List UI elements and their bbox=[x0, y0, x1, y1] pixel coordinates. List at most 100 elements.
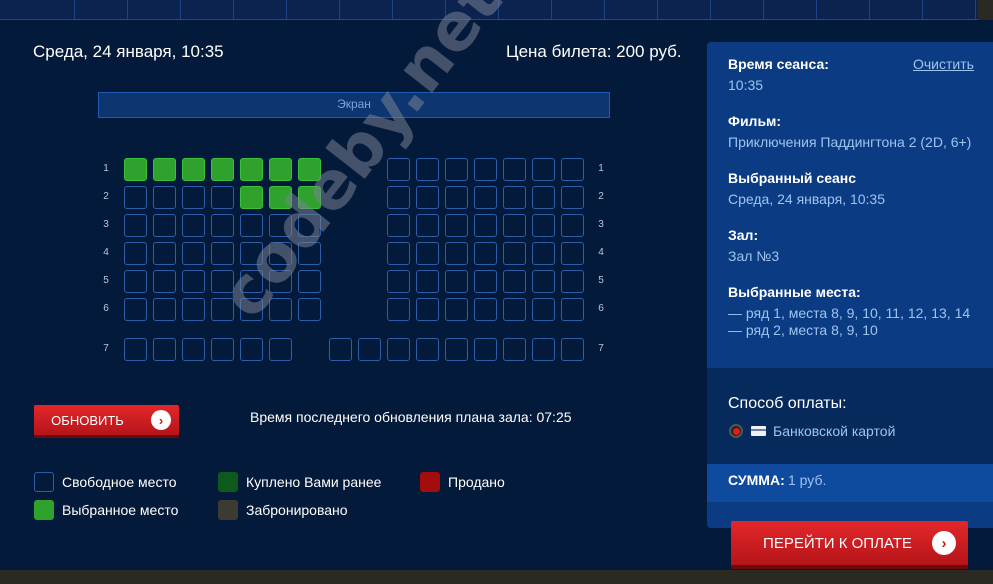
seat[interactable] bbox=[329, 338, 352, 361]
seat[interactable] bbox=[153, 242, 176, 265]
seat[interactable] bbox=[445, 158, 468, 181]
seat[interactable] bbox=[298, 186, 321, 209]
seat[interactable] bbox=[298, 214, 321, 237]
seat[interactable] bbox=[503, 242, 526, 265]
seat[interactable] bbox=[153, 158, 176, 181]
seat[interactable] bbox=[269, 298, 292, 321]
seat[interactable] bbox=[445, 242, 468, 265]
seat[interactable] bbox=[474, 214, 497, 237]
seat[interactable] bbox=[503, 298, 526, 321]
seat[interactable] bbox=[269, 270, 292, 293]
seat[interactable] bbox=[474, 242, 497, 265]
seat[interactable] bbox=[182, 186, 205, 209]
seat[interactable] bbox=[124, 186, 147, 209]
seat[interactable] bbox=[269, 158, 292, 181]
seat[interactable] bbox=[240, 242, 263, 265]
seat[interactable] bbox=[532, 158, 555, 181]
seat[interactable] bbox=[153, 186, 176, 209]
seat[interactable] bbox=[240, 298, 263, 321]
payment-option-card[interactable]: Банковской картой bbox=[729, 423, 895, 439]
seat[interactable] bbox=[153, 338, 176, 361]
seat[interactable] bbox=[416, 214, 439, 237]
seat[interactable] bbox=[445, 298, 468, 321]
seat[interactable] bbox=[474, 158, 497, 181]
refresh-button[interactable]: ОБНОВИТЬ › bbox=[34, 405, 179, 438]
seat[interactable] bbox=[561, 242, 584, 265]
seat[interactable] bbox=[211, 242, 234, 265]
seat[interactable] bbox=[240, 270, 263, 293]
seat[interactable] bbox=[182, 242, 205, 265]
seat[interactable] bbox=[211, 158, 234, 181]
seat[interactable] bbox=[387, 158, 410, 181]
seat[interactable] bbox=[298, 242, 321, 265]
seat[interactable] bbox=[358, 338, 381, 361]
seat[interactable] bbox=[298, 298, 321, 321]
seat[interactable] bbox=[387, 214, 410, 237]
seat[interactable] bbox=[124, 338, 147, 361]
seat[interactable] bbox=[532, 270, 555, 293]
seat[interactable] bbox=[124, 242, 147, 265]
seat[interactable] bbox=[211, 298, 234, 321]
seat[interactable] bbox=[416, 338, 439, 361]
seat[interactable] bbox=[240, 186, 263, 209]
seat[interactable] bbox=[474, 338, 497, 361]
seat[interactable] bbox=[445, 186, 468, 209]
seat[interactable] bbox=[416, 270, 439, 293]
seat[interactable] bbox=[532, 214, 555, 237]
go-to-payment-button[interactable]: ПЕРЕЙТИ К ОПЛАТЕ › bbox=[731, 521, 968, 569]
seat[interactable] bbox=[182, 338, 205, 361]
seat[interactable] bbox=[211, 186, 234, 209]
seat[interactable] bbox=[240, 158, 263, 181]
seat[interactable] bbox=[240, 338, 263, 361]
seat[interactable] bbox=[532, 242, 555, 265]
seat[interactable] bbox=[561, 158, 584, 181]
seat[interactable] bbox=[182, 270, 205, 293]
seat[interactable] bbox=[532, 186, 555, 209]
seat[interactable] bbox=[387, 298, 410, 321]
seat[interactable] bbox=[445, 338, 468, 361]
seat[interactable] bbox=[269, 214, 292, 237]
seat[interactable] bbox=[298, 158, 321, 181]
seat[interactable] bbox=[269, 242, 292, 265]
seat[interactable] bbox=[445, 214, 468, 237]
seat[interactable] bbox=[211, 214, 234, 237]
seat[interactable] bbox=[298, 270, 321, 293]
seat[interactable] bbox=[532, 298, 555, 321]
seat[interactable] bbox=[561, 270, 584, 293]
seat[interactable] bbox=[124, 158, 147, 181]
seat[interactable] bbox=[211, 338, 234, 361]
seat[interactable] bbox=[532, 338, 555, 361]
seat[interactable] bbox=[269, 186, 292, 209]
seat[interactable] bbox=[387, 338, 410, 361]
seat[interactable] bbox=[445, 270, 468, 293]
seat[interactable] bbox=[182, 214, 205, 237]
seat[interactable] bbox=[416, 186, 439, 209]
seat[interactable] bbox=[503, 158, 526, 181]
seat[interactable] bbox=[387, 270, 410, 293]
seat[interactable] bbox=[561, 338, 584, 361]
seat[interactable] bbox=[561, 186, 584, 209]
seat[interactable] bbox=[474, 186, 497, 209]
seat[interactable] bbox=[503, 270, 526, 293]
seat[interactable] bbox=[240, 214, 263, 237]
seat[interactable] bbox=[416, 158, 439, 181]
seat[interactable] bbox=[153, 298, 176, 321]
seat[interactable] bbox=[153, 214, 176, 237]
seat[interactable] bbox=[416, 298, 439, 321]
seat[interactable] bbox=[474, 298, 497, 321]
seat[interactable] bbox=[561, 298, 584, 321]
seat[interactable] bbox=[503, 186, 526, 209]
seat[interactable] bbox=[387, 242, 410, 265]
seat[interactable] bbox=[124, 270, 147, 293]
seat[interactable] bbox=[561, 214, 584, 237]
clear-link[interactable]: Очистить bbox=[913, 56, 974, 72]
seat[interactable] bbox=[474, 270, 497, 293]
seat[interactable] bbox=[124, 298, 147, 321]
seat[interactable] bbox=[503, 214, 526, 237]
seat[interactable] bbox=[416, 242, 439, 265]
radio-selected-icon[interactable] bbox=[729, 424, 743, 438]
seat[interactable] bbox=[182, 158, 205, 181]
seat[interactable] bbox=[153, 270, 176, 293]
seat[interactable] bbox=[387, 186, 410, 209]
seat[interactable] bbox=[124, 214, 147, 237]
